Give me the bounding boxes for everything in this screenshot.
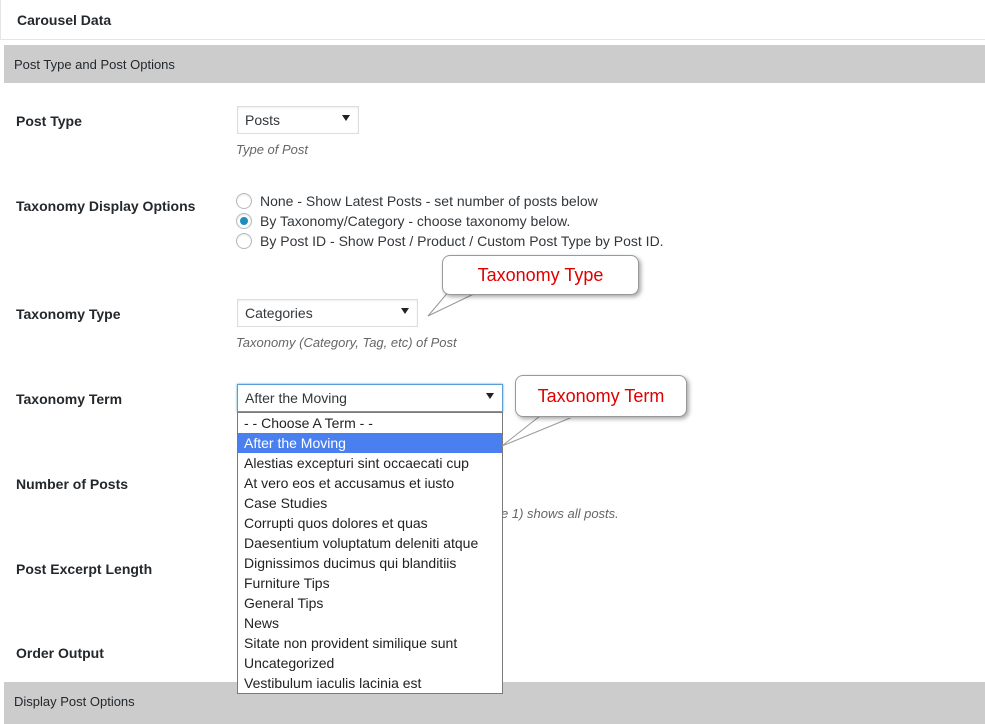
post-excerpt-length-label: Post Excerpt Length (16, 561, 153, 577)
dropdown-option[interactable]: - - Choose A Term - - (238, 413, 502, 433)
number-of-posts-description: tive 1) shows all posts. (488, 506, 619, 521)
taxonomy-display-label: Taxonomy Display Options (16, 198, 196, 214)
dropdown-option[interactable]: Dignissimos ducimus qui blanditiis (238, 553, 502, 573)
dropdown-option[interactable]: At vero eos et accusamus et iusto (238, 473, 502, 493)
post-type-value: Posts (245, 112, 281, 128)
dropdown-option[interactable]: News (238, 613, 502, 633)
taxonomy-type-label: Taxonomy Type (16, 306, 121, 322)
post-type-select[interactable]: Posts (237, 106, 359, 134)
post-type-label: Post Type (16, 113, 82, 129)
panel-title: Carousel Data (17, 12, 112, 28)
section-title: Post Type and Post Options (14, 57, 175, 72)
radio-label: By Post ID - Show Post / Product / Custo… (260, 233, 664, 249)
taxonomy-term-label: Taxonomy Term (16, 391, 123, 407)
dropdown-option[interactable]: Uncategorized (238, 653, 502, 673)
taxonomy-type-select[interactable]: Categories (237, 299, 418, 327)
dropdown-option[interactable]: Daesentium voluptatum deleniti atque (238, 533, 502, 553)
taxonomy-term-callout: Taxonomy Term (515, 375, 687, 417)
taxonomy-type-description: Taxonomy (Category, Tag, etc) of Post (236, 335, 457, 350)
taxonomy-term-select[interactable]: After the Moving (237, 384, 503, 412)
dropdown-option[interactable]: General Tips (238, 593, 502, 613)
taxonomy-term-dropdown-list[interactable]: - - Choose A Term - - After the Moving A… (237, 412, 503, 694)
number-of-posts-label: Number of Posts (16, 476, 129, 492)
radio-label: By Taxonomy/Category - choose taxonomy b… (260, 213, 571, 229)
radio-button-checked[interactable] (236, 213, 252, 229)
section-title: Display Post Options (14, 694, 135, 709)
panel-header: Carousel Data (0, 0, 985, 40)
radio-label: None - Show Latest Posts - set number of… (260, 193, 598, 209)
order-output-label: Order Output (16, 645, 104, 661)
chevron-down-icon (342, 115, 350, 121)
taxonomy-type-callout: Taxonomy Type (442, 255, 639, 295)
dropdown-option[interactable]: Case Studies (238, 493, 502, 513)
chevron-down-icon (401, 308, 409, 314)
radio-button[interactable] (236, 233, 252, 249)
chevron-down-icon (486, 393, 494, 399)
dropdown-option[interactable]: Alestias excepturi sint occaecati cup (238, 453, 502, 473)
post-type-description: Type of Post (236, 142, 309, 157)
radio-button[interactable] (236, 193, 252, 209)
taxonomy-type-value: Categories (245, 305, 313, 321)
dropdown-option[interactable]: Furniture Tips (238, 573, 502, 593)
dropdown-option[interactable]: Corrupti quos dolores et quas (238, 513, 502, 533)
dropdown-option[interactable]: Vestibulum iaculis lacinia est (238, 673, 502, 693)
section-post-type-options: Post Type and Post Options (4, 45, 985, 83)
dropdown-option[interactable]: Sitate non provident similique sunt (238, 633, 502, 653)
taxonomy-term-value: After the Moving (245, 390, 347, 406)
dropdown-option-selected[interactable]: After the Moving (238, 433, 502, 453)
